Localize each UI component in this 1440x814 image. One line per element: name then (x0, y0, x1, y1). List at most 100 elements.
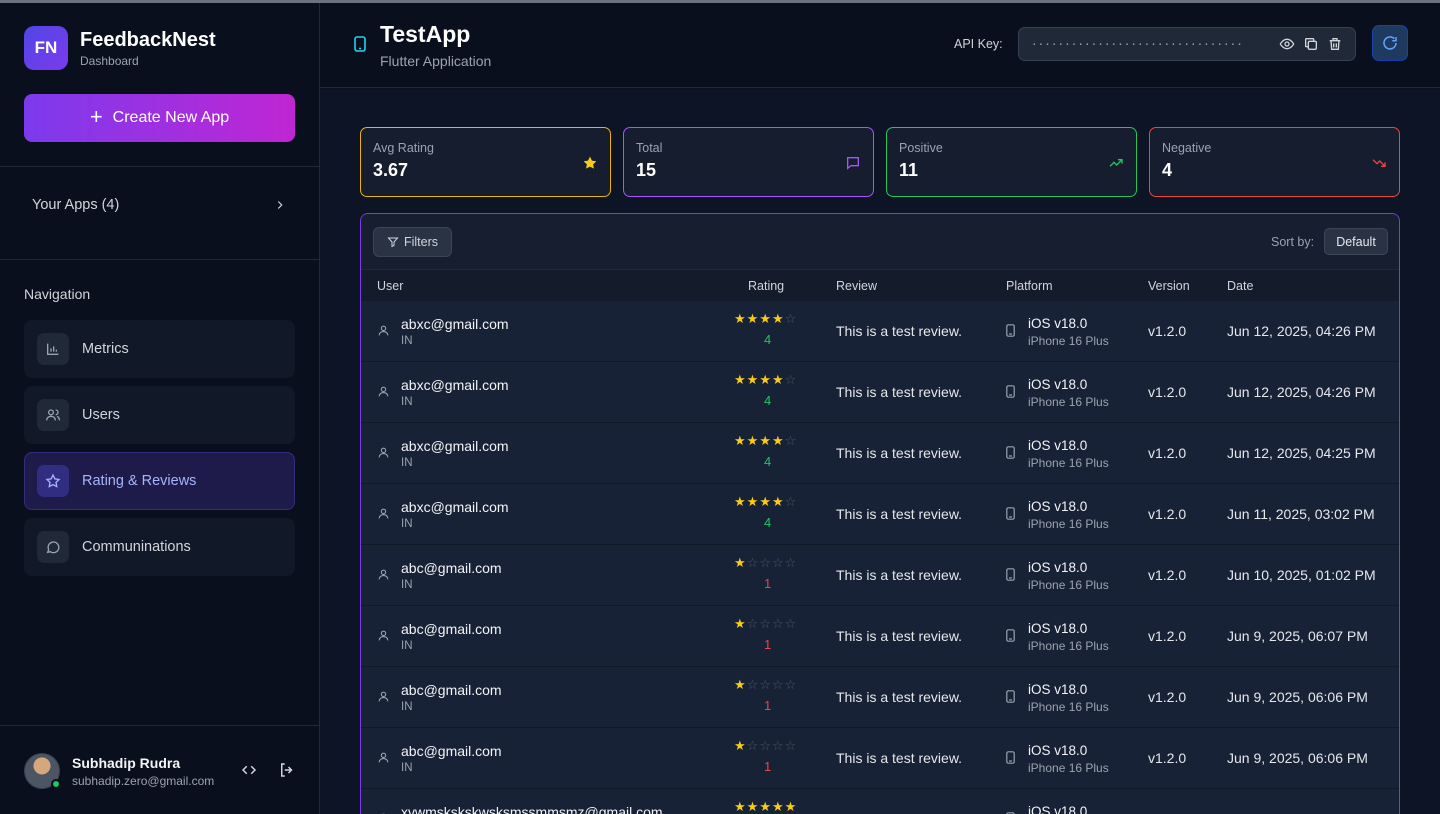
column-header-rating[interactable]: Rating (748, 279, 784, 293)
stat-card-positive: Positive 11 (886, 127, 1137, 197)
create-new-app-button[interactable]: + Create New App (24, 94, 295, 142)
user-icon (377, 507, 390, 525)
device-icon (1006, 507, 1015, 525)
api-key-value: ································ (1031, 37, 1243, 51)
star-filled-icon: ★ (746, 311, 760, 326)
rating-number: 4 (764, 454, 772, 469)
table-row[interactable]: abc@gmail.com IN ★☆☆☆☆ 1 This is a test revi… (361, 545, 1399, 606)
star-filled-icon: ★ (734, 677, 747, 692)
rating-number: 4 (764, 393, 772, 408)
nav-label: Rating & Reviews (82, 473, 197, 489)
star-empty-icon: ☆ (784, 677, 798, 692)
star-filled-icon: ★ (734, 494, 747, 509)
copy-icon[interactable] (1303, 36, 1319, 52)
review-date: Jun 9, 2025, 06:06 PM (1227, 750, 1368, 766)
column-header-review[interactable]: Review (836, 279, 877, 293)
table-row[interactable]: abxc@gmail.com IN ★★★★☆ 4 This is a test rev… (361, 301, 1399, 362)
platform-os: iOS v18.0 (1028, 804, 1088, 814)
review-date: Jun 12, 2025, 04:25 PM (1227, 445, 1376, 461)
column-header-version[interactable]: Version (1148, 279, 1190, 293)
app-version: v1.2.0 (1148, 750, 1187, 766)
review-text: This is a test review. (836, 567, 963, 583)
device-icon (1006, 324, 1015, 342)
table-row[interactable]: abc@gmail.com IN ★☆☆☆☆ 1 This is a test revi… (361, 606, 1399, 667)
code-icon[interactable] (240, 761, 258, 779)
review-user-email: abc@gmail.com (401, 743, 502, 759)
review-date: Jun 9, 2025, 06:07 PM (1227, 628, 1368, 644)
your-apps-toggle[interactable]: Your Apps (4) (24, 187, 295, 223)
user-profile: Subhadip Rudra subhadip.zero@gmail.com (24, 751, 304, 791)
rating-stars: ★★★★★ (734, 799, 797, 814)
chat-icon (37, 531, 69, 563)
eye-icon[interactable] (1279, 36, 1295, 52)
table-row[interactable]: abxc@gmail.com IN ★★★★☆ 4 This is a test rev… (361, 484, 1399, 545)
table-body: abxc@gmail.com IN ★★★★☆ 4 This is a test rev… (361, 301, 1399, 814)
nav-item-users[interactable]: Users (24, 386, 295, 444)
nav-item-rating-reviews[interactable]: Rating & Reviews (24, 452, 295, 510)
rating-stars: ★☆☆☆☆ (734, 555, 797, 571)
star-filled-icon: ★ (784, 799, 798, 814)
star-filled-icon: ★ (771, 311, 785, 326)
nav-label: Communinations (82, 539, 191, 555)
review-user-country: IN (401, 518, 413, 530)
column-header-platform[interactable]: Platform (1006, 279, 1053, 293)
table-row[interactable]: abxc@gmail.com IN ★★★★☆ 4 This is a test rev… (361, 362, 1399, 423)
app-header: TestApp Flutter Application API Key: ···… (320, 3, 1440, 88)
review-text: This is a test review. (836, 750, 963, 766)
review-user-email: abxc@gmail.com (401, 499, 509, 515)
app-subtitle: Flutter Application (380, 53, 492, 69)
star-filled-icon: ★ (759, 433, 772, 448)
bar-chart-icon (37, 333, 69, 365)
main-content: Avg Rating 3.67 Total 15 Positive 11 Neg… (320, 89, 1440, 814)
rating-stars: ★☆☆☆☆ (734, 677, 797, 693)
device-icon (1006, 629, 1015, 647)
stat-card-avg-rating: Avg Rating 3.67 (360, 127, 611, 197)
brand[interactable]: FN FeedbackNest Dashboard (24, 26, 216, 70)
star-empty-icon: ☆ (746, 677, 760, 692)
star-empty-icon: ☆ (759, 555, 772, 570)
review-date: Jun 9, 2025, 06:06 PM (1227, 689, 1368, 705)
star-empty-icon: ☆ (771, 555, 785, 570)
filters-button[interactable]: Filters (373, 227, 452, 257)
rating-stars: ★★★★☆ (734, 311, 797, 327)
logout-icon[interactable] (278, 761, 296, 779)
avatar[interactable] (24, 753, 61, 789)
table-row[interactable]: xvwmskskskwsksmssmmsmz@gmail.comIN★★★★★5… (361, 789, 1399, 814)
star-filled-icon: ★ (734, 616, 747, 631)
sort-select[interactable]: Default (1324, 228, 1388, 255)
column-header-date[interactable]: Date (1227, 279, 1253, 293)
rating-stars: ★★★★☆ (734, 494, 797, 510)
message-icon (847, 157, 859, 170)
review-text: This is a test review. (836, 445, 963, 461)
device-icon (1006, 446, 1015, 464)
stat-label: Positive (899, 141, 943, 155)
trash-icon[interactable] (1327, 36, 1343, 52)
platform-os: iOS v18.0 (1028, 438, 1088, 453)
platform-os: iOS v18.0 (1028, 316, 1088, 331)
app-version: v1.2.0 (1148, 445, 1187, 461)
platform-device: iPhone 16 Plus (1028, 761, 1109, 775)
online-status-dot (51, 779, 61, 789)
user-icon (377, 629, 390, 647)
brand-logo: FN (24, 26, 68, 70)
refresh-button[interactable] (1372, 25, 1408, 61)
api-key-field[interactable]: ································ (1018, 27, 1356, 61)
table-row[interactable]: abc@gmail.com IN ★☆☆☆☆ 1 This is a test revi… (361, 667, 1399, 728)
app-version: v1.2.0 (1148, 506, 1187, 522)
sidebar: FN FeedbackNest Dashboard + Create New A… (0, 3, 320, 814)
star-empty-icon: ☆ (784, 372, 798, 387)
reviews-panel: Filters Sort by: Default User Rating Rev… (360, 213, 1400, 814)
nav-item-metrics[interactable]: Metrics (24, 320, 295, 378)
device-icon (1006, 385, 1015, 403)
users-icon (37, 399, 69, 431)
table-row[interactable]: abxc@gmail.com IN ★★★★☆ 4 This is a test rev… (361, 423, 1399, 484)
user-name: Subhadip Rudra (72, 754, 181, 771)
your-apps-label: Your Apps (4) (32, 197, 120, 213)
user-icon (377, 690, 390, 708)
star-empty-icon: ☆ (746, 738, 760, 753)
review-text: This is a test review. (836, 628, 963, 644)
column-header-user[interactable]: User (377, 279, 403, 293)
nav-item-communications[interactable]: Communinations (24, 518, 295, 576)
stat-label: Total (636, 141, 663, 155)
table-row[interactable]: abc@gmail.com IN ★☆☆☆☆ 1 This is a test revi… (361, 728, 1399, 789)
